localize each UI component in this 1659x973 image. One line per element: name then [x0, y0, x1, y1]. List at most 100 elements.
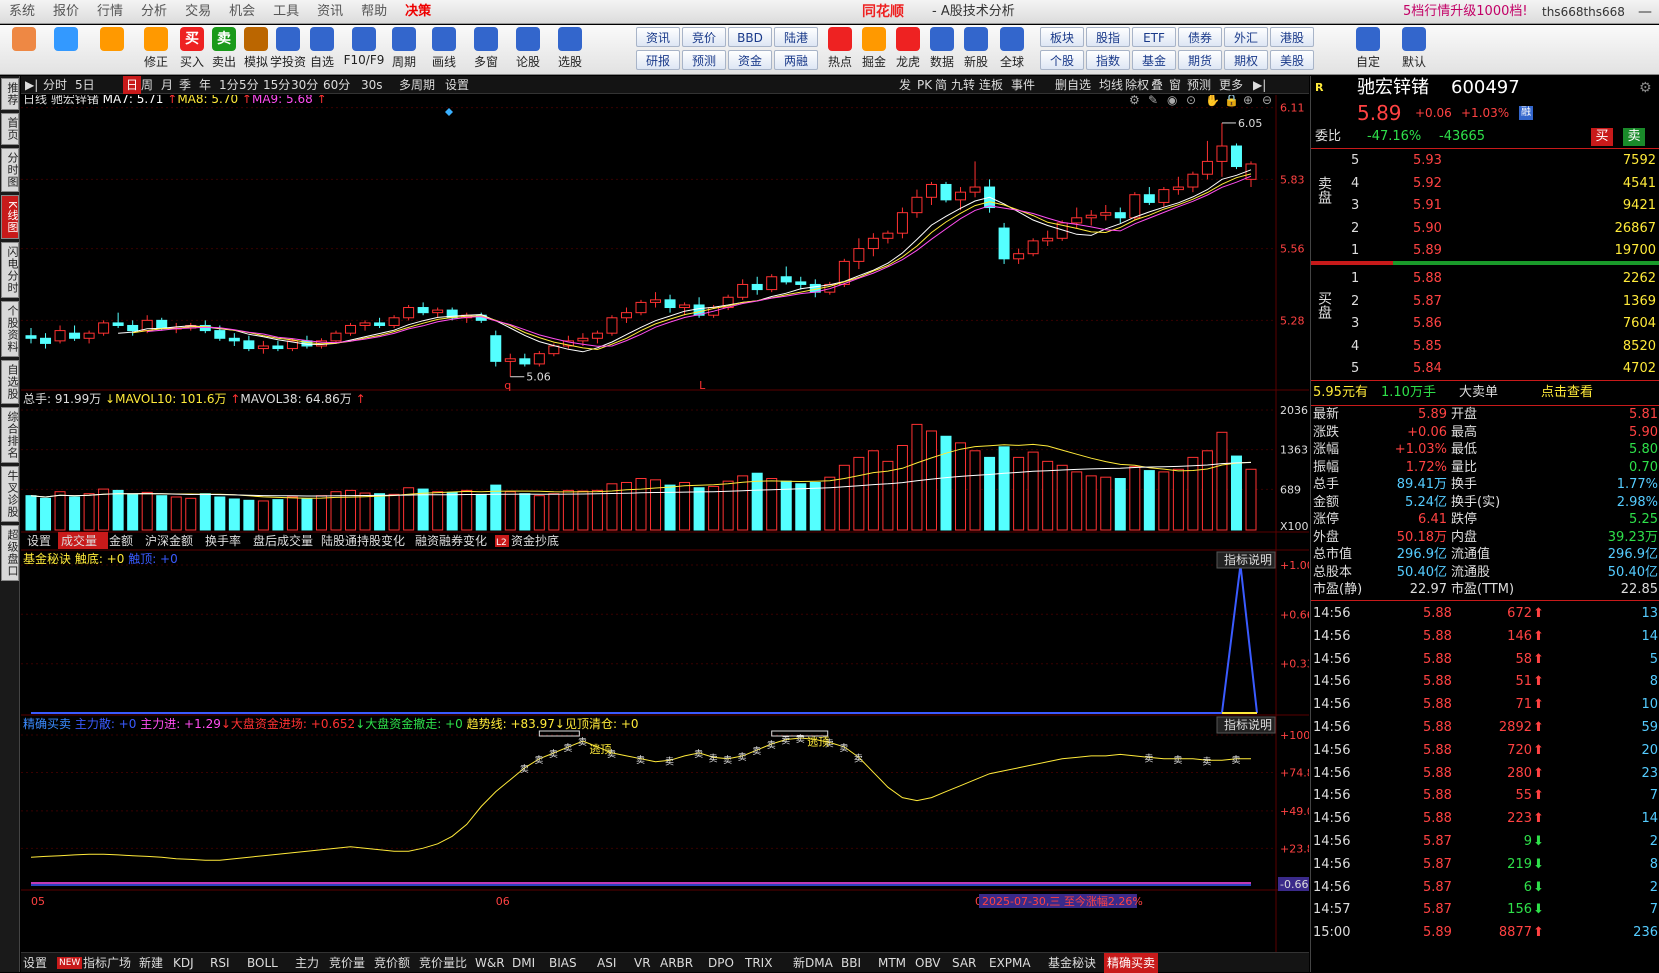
chart-tool-icon[interactable]: ✋ — [1205, 95, 1220, 107]
chart-tool[interactable]: PK — [917, 76, 932, 94]
menu-item[interactable]: 报价 — [44, 0, 88, 24]
period-tab[interactable]: 日 — [123, 76, 142, 94]
chart-tool-icon[interactable]: ✎ — [1148, 95, 1158, 107]
indicator-tab[interactable]: DPO — [708, 953, 734, 973]
left-tab[interactable]: 牛叉诊股 — [1, 466, 19, 522]
indicator-tab[interactable]: ASI — [597, 953, 616, 973]
left-tab[interactable]: 个股资料 — [1, 301, 19, 357]
f10-button[interactable]: F10/F9 — [344, 27, 384, 67]
period-tab[interactable]: 1分 — [219, 76, 239, 94]
menu-item[interactable]: 行情 — [88, 0, 132, 24]
quick-button[interactable]: 债券 — [1178, 27, 1222, 47]
indicator-tab[interactable]: 基金秘诀 — [1048, 953, 1096, 973]
quick-sell-button[interactable]: 卖 — [1623, 128, 1645, 146]
quick-button[interactable]: 指数 — [1086, 50, 1130, 70]
bid-price[interactable]: 5.87 — [1413, 291, 1442, 313]
indicator-tab[interactable]: TRIX — [745, 953, 772, 973]
period-tab[interactable]: 5分 — [239, 76, 259, 94]
sub-tab[interactable]: 融资融券变化 — [415, 533, 487, 548]
robot-button[interactable] — [50, 27, 82, 53]
indicator-tab[interactable]: KDJ — [173, 953, 194, 973]
play-icon[interactable]: ▶| — [25, 76, 38, 94]
chart-tool[interactable]: 均线 — [1099, 76, 1123, 94]
quick-buy-button[interactable]: 买 — [1591, 128, 1613, 146]
menu-item[interactable]: 工具 — [264, 0, 308, 24]
indicator-tab[interactable]: DMI — [512, 953, 535, 973]
indicator-tab[interactable]: 设置 — [23, 953, 47, 973]
period-tab[interactable]: 年 — [199, 76, 211, 94]
back-arrow-button[interactable] — [96, 27, 128, 53]
quick-button[interactable]: 基金 — [1132, 50, 1176, 70]
chart-area[interactable]: 6.11 5.83 5.56 5.28 6.05 5.06 q L 日线 驰宏锌锗 MA7: 5… — [21, 95, 1309, 972]
indicator-tab[interactable]: EXPMA — [989, 953, 1031, 973]
indicator-tab[interactable]: 精确买卖 — [1104, 953, 1159, 973]
minimize-icon[interactable]: — — [1638, 0, 1652, 24]
chart-tool-icon[interactable]: ⊙ — [1186, 95, 1196, 107]
quick-button[interactable]: 股指 — [1086, 27, 1130, 47]
period-tab[interactable]: 30s — [361, 76, 383, 94]
chart-tool[interactable]: 叠 — [1151, 76, 1163, 94]
left-tab[interactable]: 首页 — [1, 113, 19, 145]
indicator-tab[interactable]: OBV — [915, 953, 941, 973]
bid-price[interactable]: 5.85 — [1413, 336, 1442, 358]
sub-tab[interactable]: 金额 — [109, 533, 133, 548]
indicator-tab[interactable]: W&R — [475, 953, 505, 973]
menu-item[interactable]: 系统 — [0, 0, 44, 24]
chart-tool-icon[interactable]: ◉ — [1167, 95, 1177, 107]
chart-tool[interactable]: 预测 — [1187, 76, 1211, 94]
quick-button[interactable]: 资金 — [728, 50, 772, 70]
left-tab[interactable]: 自选股 — [1, 360, 19, 404]
sub-tab[interactable]: 成交量 — [58, 532, 108, 549]
quick-button[interactable]: BBD — [728, 27, 772, 47]
indicator-tab[interactable]: VR — [634, 953, 651, 973]
bid-price[interactable]: 5.88 — [1413, 268, 1442, 290]
period-tab[interactable]: 设置 — [445, 76, 469, 94]
indicator-tab[interactable]: 竞价额 — [374, 953, 410, 973]
left-tab[interactable]: 分时图 — [1, 148, 19, 192]
period-tab[interactable]: 分时 — [43, 76, 67, 94]
ask-price[interactable]: 5.91 — [1413, 195, 1442, 217]
chart-tool-icon[interactable]: ⊕ — [1243, 95, 1253, 107]
indicator-tab[interactable]: BOLL — [247, 953, 278, 973]
period-tab[interactable]: 15分 — [263, 76, 290, 94]
indicator-tab[interactable]: 新建 — [139, 953, 163, 973]
chart-tool[interactable]: 简 — [935, 76, 947, 94]
ask-price[interactable]: 5.90 — [1413, 218, 1442, 240]
quick-button[interactable]: 研报 — [636, 50, 680, 70]
left-tab[interactable]: 综合排名 — [1, 407, 19, 463]
period-tab[interactable]: 5日 — [75, 76, 95, 94]
chart-tool[interactable]: 发 — [899, 76, 911, 94]
quick-button[interactable]: 资讯 — [636, 27, 680, 47]
period-tab[interactable]: 30分 — [291, 76, 318, 94]
period-tab[interactable]: 多周期 — [399, 76, 435, 94]
screener-button[interactable]: 选股 — [554, 27, 586, 70]
chart-tool-icon[interactable]: ⚙ — [1129, 95, 1140, 107]
period-tab[interactable]: 周 — [141, 76, 153, 94]
menu-item[interactable]: 分析 — [132, 0, 176, 24]
quick-button[interactable]: 期权 — [1224, 50, 1268, 70]
quick-button[interactable]: 板块 — [1040, 27, 1084, 47]
quick-button[interactable]: 预测 — [682, 50, 726, 70]
sub-tab[interactable]: 盘后成交量 — [253, 533, 313, 548]
ask-price[interactable]: 5.89 — [1413, 240, 1442, 262]
ask-price[interactable]: 5.93 — [1413, 150, 1442, 172]
indicator-tab[interactable]: MTM — [878, 953, 906, 973]
chart-tool[interactable]: 更多 — [1219, 76, 1243, 94]
indicator-explain-button[interactable]: 指标说明 — [1216, 551, 1276, 569]
indicator-tab[interactable]: 主力 — [295, 953, 319, 973]
sub-tab[interactable]: 陆股通持股变化 — [321, 533, 405, 548]
bid-price[interactable]: 5.84 — [1413, 358, 1442, 380]
menu-item[interactable]: 交易 — [176, 0, 220, 24]
menu-item[interactable]: 帮助 — [352, 0, 396, 24]
sub-tab[interactable]: 设置 — [27, 534, 51, 548]
star-button[interactable]: 自选 — [306, 27, 338, 70]
indicator-tab[interactable]: SAR — [952, 953, 976, 973]
indicator-tab[interactable]: BBI — [841, 953, 861, 973]
quick-button[interactable]: ETF — [1132, 27, 1176, 47]
custom-button[interactable]: 自定 — [1352, 27, 1384, 70]
sub-tab[interactable]: 资金抄底 L2 — [495, 533, 559, 548]
menu-item[interactable]: 决策 — [396, 0, 440, 24]
chart-tool[interactable]: 九转 — [951, 76, 975, 94]
quick-button[interactable]: 美股 — [1270, 50, 1314, 70]
chart-tool-icon[interactable]: ⊖ — [1262, 95, 1272, 107]
